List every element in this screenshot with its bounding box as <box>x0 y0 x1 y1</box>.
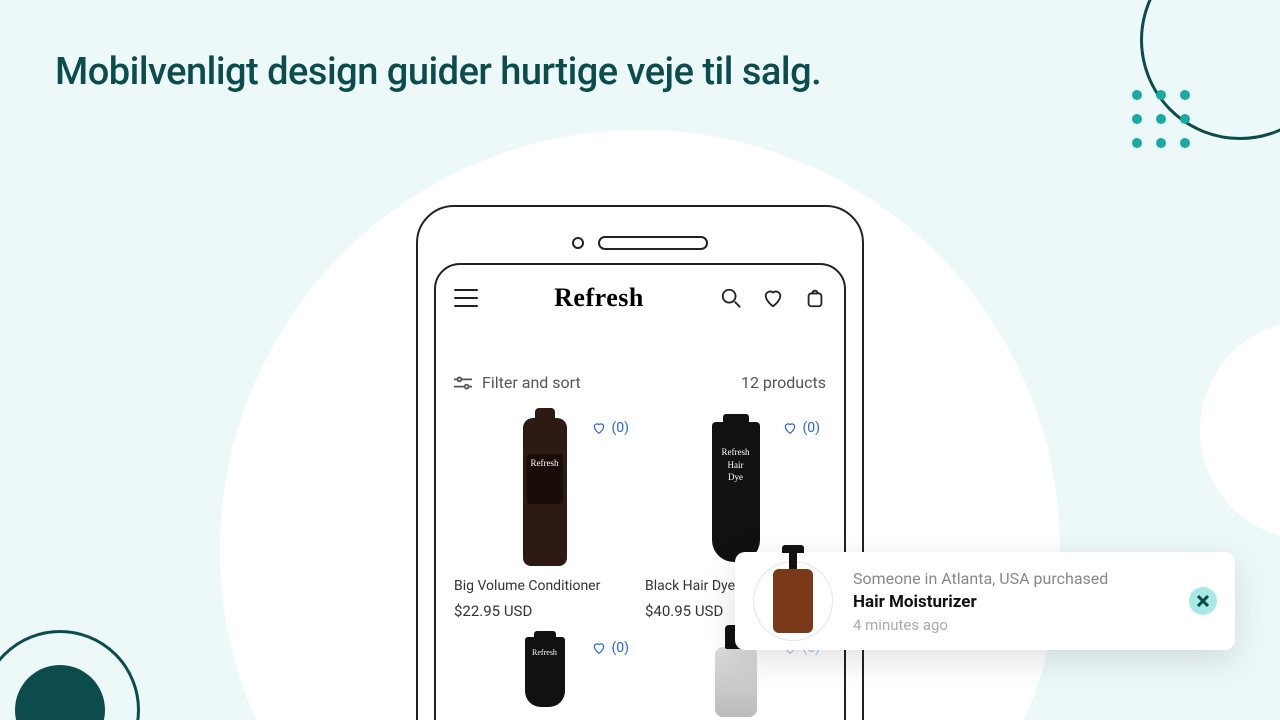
product-title: Big Volume Conditioner <box>454 578 635 594</box>
decoration-dot-grid <box>1132 90 1190 148</box>
heart-icon[interactable] <box>762 287 784 309</box>
notification-text: Someone in Atlanta, USA purchased Hair M… <box>853 569 1169 634</box>
wishlist-button[interactable]: (0) <box>591 640 629 656</box>
sliders-icon <box>454 376 472 390</box>
wishlist-count: (0) <box>611 420 629 436</box>
close-button[interactable] <box>1189 587 1217 615</box>
decoration-circle-mid-right <box>1200 320 1280 540</box>
close-icon <box>1197 595 1209 607</box>
wishlist-count: (0) <box>802 420 820 436</box>
notification-line1: Someone in Atlanta, USA purchased <box>853 569 1169 588</box>
notification-product[interactable]: Hair Moisturizer <box>853 592 1169 612</box>
wishlist-button[interactable]: (0) <box>591 420 629 436</box>
wishlist-count: (0) <box>611 640 629 656</box>
product-thumb-image <box>773 569 813 633</box>
notification-thumb[interactable] <box>753 561 833 641</box>
filter-sort-button[interactable]: Filter and sort <box>454 373 581 392</box>
wishlist-button[interactable]: (0) <box>782 420 820 436</box>
heart-icon <box>591 641 607 655</box>
purchase-notification: Someone in Atlanta, USA purchased Hair M… <box>735 552 1235 650</box>
brand-logo[interactable]: Refresh <box>554 283 644 313</box>
phone-camera-icon <box>572 237 584 249</box>
bag-icon[interactable] <box>804 287 826 309</box>
product-card[interactable]: (0) Refresh <box>454 632 635 712</box>
app-frame: Refresh Filter and sort 12 products (0) <box>434 263 846 720</box>
app-header: Refresh <box>454 283 826 313</box>
product-image: Refresh <box>454 412 635 572</box>
heart-icon <box>591 421 607 435</box>
phone-notch <box>434 223 846 263</box>
hamburger-menu-icon[interactable] <box>454 289 478 307</box>
search-icon[interactable] <box>720 287 742 309</box>
product-card[interactable]: (0) Refresh Big Volume Conditioner $22.9… <box>454 412 635 620</box>
notification-time: 4 minutes ago <box>853 616 1169 634</box>
page-headline: Mobilvenligt design guider hurtige veje … <box>55 50 821 94</box>
phone-speaker <box>598 236 708 250</box>
product-count: 12 products <box>741 373 826 392</box>
filter-sort-row: Filter and sort 12 products <box>454 373 826 392</box>
product-price: $22.95 USD <box>454 602 635 620</box>
heart-icon <box>782 421 798 435</box>
filter-sort-label: Filter and sort <box>482 373 581 392</box>
